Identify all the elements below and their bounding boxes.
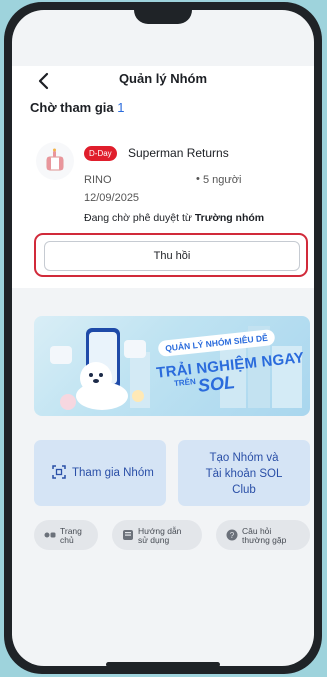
group-name: Superman Returns (128, 146, 229, 160)
mascot-phone-illustration (50, 328, 146, 410)
pending-section-title: Chờ tham gia 1 (30, 100, 125, 115)
quick-link-faq-label: Câu hỏi thường gặp (242, 526, 287, 545)
group-date: 12/09/2025 (84, 192, 140, 204)
phone-frame: Quản lý Nhóm Chờ tham gia 1 D-Day Superm… (4, 2, 322, 674)
separator-dot: • (196, 173, 200, 185)
group-logo (36, 142, 74, 180)
pending-count: 1 (117, 100, 125, 115)
quick-link-home[interactable]: Trang chủ (34, 520, 98, 550)
home-icon (44, 532, 56, 538)
create-group-label: Tạo Nhóm và Tài khoản SOL Club (205, 452, 283, 496)
quick-link-home-label: Trang chủ (60, 526, 82, 545)
svg-text:?: ? (230, 531, 235, 540)
pending-card: Chờ tham gia 1 D-Day Superman Returns RI… (12, 96, 314, 288)
quick-link-guide-label: Hướng dẫn sử dụng (138, 526, 182, 545)
home-indicator (106, 662, 220, 666)
join-group-button[interactable]: Tham gia Nhóm (34, 440, 166, 506)
status-approver: Trường nhóm (194, 212, 265, 224)
cake-icon (46, 148, 64, 171)
banner-brand: SOL (197, 372, 236, 396)
pending-section-label: Chờ tham gia (30, 100, 114, 115)
dday-badge: D-Day (84, 146, 117, 161)
member-count: 5 người (203, 174, 242, 186)
withdraw-highlight: Thu hồi (34, 233, 308, 277)
page-title: Quản lý Nhóm (118, 71, 208, 86)
leader-name: RINO (84, 174, 112, 186)
promo-banner[interactable]: QUẢN LÝ NHÓM SIÊU DỄ TRẢI NGHIỆM NGAY TR… (34, 316, 310, 416)
screen: Quản lý Nhóm Chờ tham gia 1 D-Day Superm… (12, 10, 314, 666)
withdraw-button[interactable]: Thu hồi (44, 241, 300, 271)
faq-icon: ? (226, 529, 238, 541)
status-prefix: Đang chờ phê duyệt từ (84, 212, 192, 224)
camera-notch (134, 10, 192, 24)
top-bar: Quản lý Nhóm (12, 66, 314, 96)
quick-link-faq[interactable]: ? Câu hỏi thường gặp (216, 520, 310, 550)
scan-icon (52, 465, 66, 479)
guide-icon (123, 530, 133, 540)
approval-status: Đang chờ phê duyệt từ Trường nhóm (84, 212, 264, 224)
create-group-button[interactable]: Tạo Nhóm và Tài khoản SOL Club (178, 440, 310, 506)
quick-link-guide[interactable]: Hướng dẫn sử dụng (112, 520, 202, 550)
join-group-label: Tham gia Nhóm (72, 467, 154, 479)
